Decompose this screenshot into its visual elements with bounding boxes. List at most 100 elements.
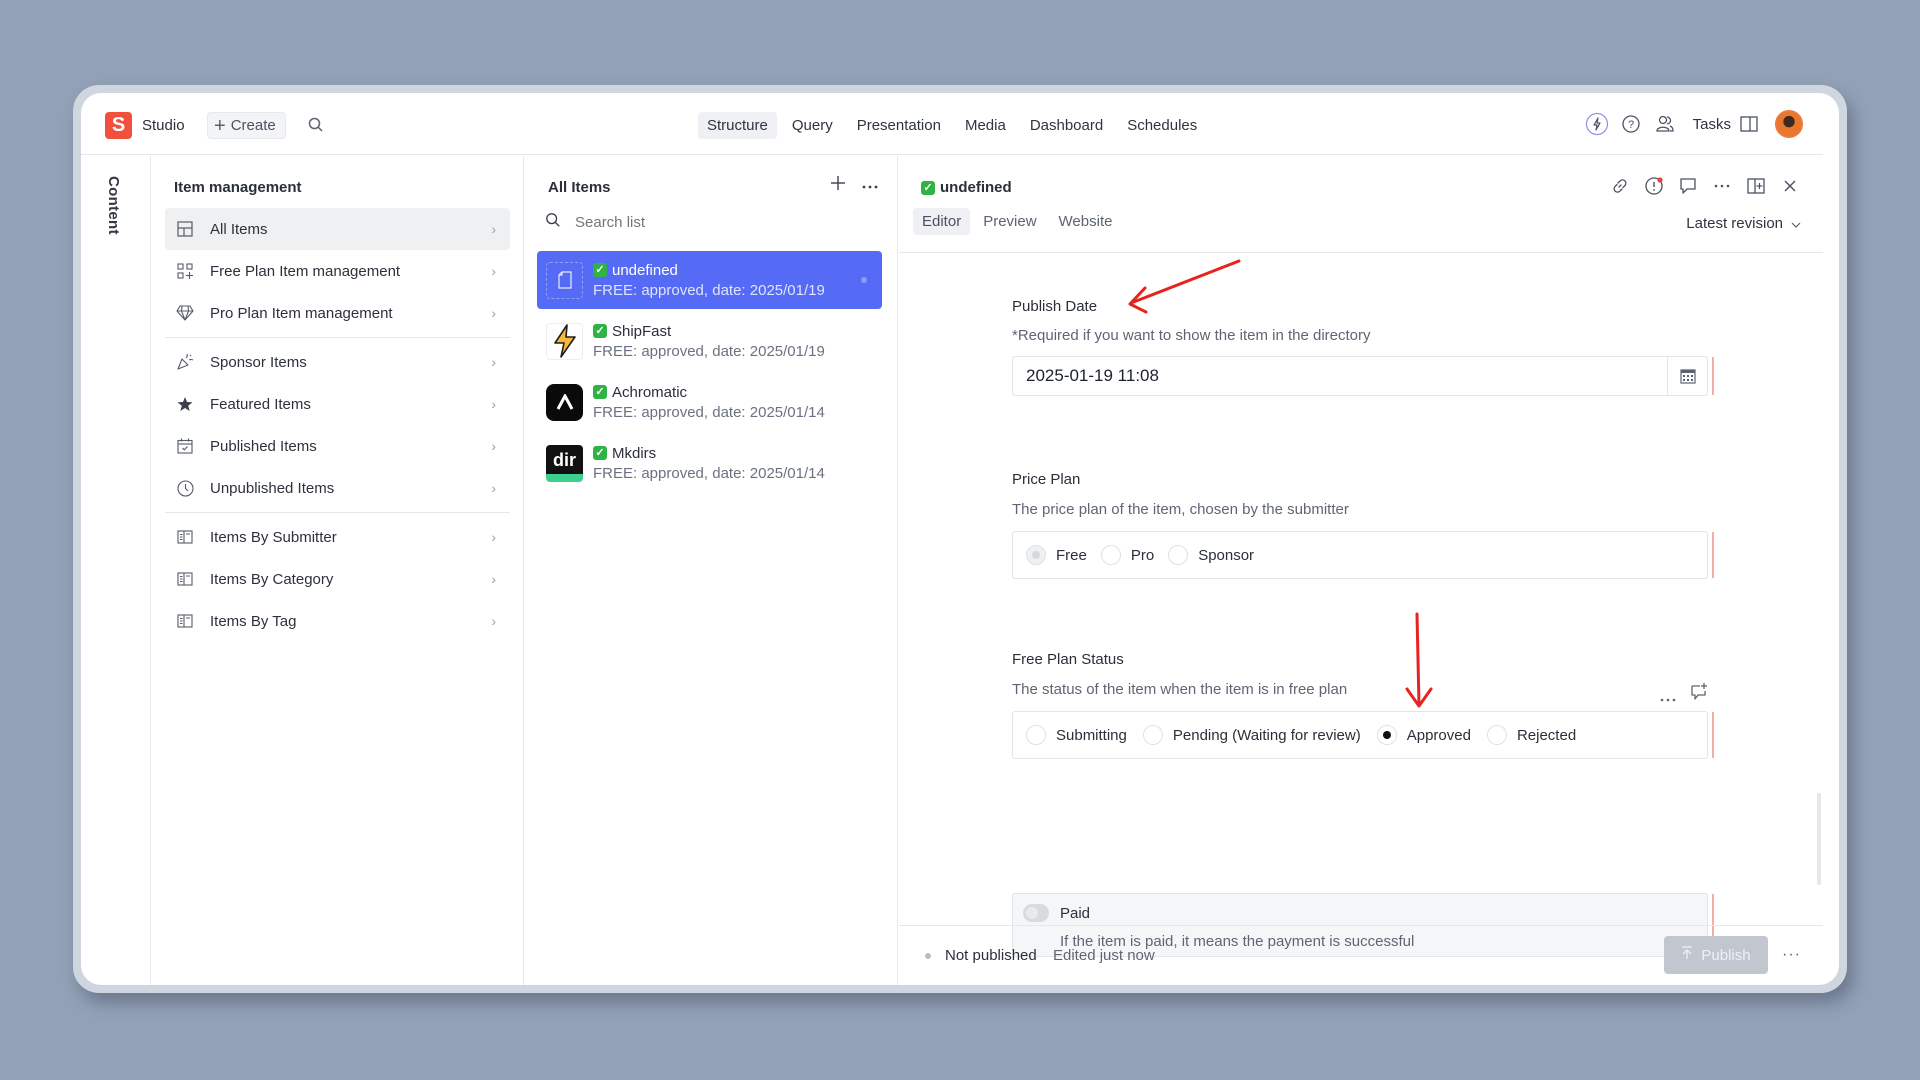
menu-item-label: Items By Tag	[210, 612, 297, 630]
mkdirs-logo-text: dir	[552, 449, 576, 470]
list-actions	[829, 174, 879, 197]
tasks-button[interactable]: Tasks	[1693, 116, 1731, 133]
radio-rejected[interactable]: Rejected	[1486, 725, 1576, 745]
calendar-icon[interactable]	[1667, 357, 1707, 395]
menu-item-items-by-submitter[interactable]: Items By Submitter ›	[165, 516, 510, 558]
radio-button[interactable]	[1376, 725, 1397, 745]
nav-media[interactable]: Media	[956, 112, 1015, 139]
revision-selector[interactable]: Latest revision	[1686, 215, 1801, 232]
content-tab[interactable]: Content	[105, 176, 122, 235]
radio-label: Submitting	[1056, 726, 1127, 744]
menu-item-label: Items By Category	[210, 570, 334, 588]
studio-logo[interactable]: S	[105, 112, 132, 139]
structure-pane: Item management All Items › Free Plan It…	[151, 156, 524, 985]
menu-item-unpublished-items[interactable]: Unpublished Items ›	[165, 467, 510, 509]
menu-item-sponsor-items[interactable]: Sponsor Items ›	[165, 341, 510, 383]
tab-editor[interactable]: Editor	[913, 208, 971, 235]
app-window: S Studio + Create Structure Query Presen…	[81, 93, 1839, 985]
radio-button[interactable]	[1142, 725, 1163, 745]
list-panel-icon	[175, 527, 195, 547]
list-item[interactable]: ✓ undefined FREE: approved, date: 2025/01…	[537, 251, 882, 309]
field-label: Free Plan Status	[1012, 651, 1124, 668]
publish-date-input[interactable]: 2025-01-19 11:08	[1012, 356, 1714, 396]
menu-divider	[165, 512, 510, 513]
star-icon	[175, 394, 195, 414]
link-icon[interactable]	[1609, 175, 1631, 197]
achromatic-logo-icon	[546, 383, 583, 421]
nav-structure[interactable]: Structure	[698, 112, 777, 139]
radio-button[interactable]	[1026, 545, 1046, 565]
field-description: The price plan of the item, chosen by th…	[1012, 501, 1349, 518]
studio-name[interactable]: Studio	[142, 117, 185, 134]
menu-item-all-items[interactable]: All Items ›	[165, 208, 510, 250]
chevron-down-icon	[1791, 215, 1801, 232]
split-pane-icon[interactable]	[1745, 175, 1767, 197]
checkmark-icon: ✓	[921, 180, 935, 195]
menu-item-featured-items[interactable]: Featured Items ›	[165, 383, 510, 425]
users-icon[interactable]	[1653, 112, 1677, 136]
add-comment-icon[interactable]	[1690, 682, 1708, 707]
list-item[interactable]: dir ✓ Mkdirs FREE: approved, date: 2025/0…	[537, 434, 882, 492]
radio-submitting[interactable]: Submitting	[1026, 725, 1127, 745]
menu-item-label: Free Plan Item management	[210, 262, 401, 280]
tab-website[interactable]: Website	[1050, 208, 1122, 235]
radio-free[interactable]: Free	[1026, 545, 1087, 565]
editor-tabs: Editor Preview Website	[913, 208, 1121, 235]
field-tools	[1660, 683, 1708, 707]
more-actions-icon[interactable]: ···	[1782, 946, 1801, 964]
clock-icon	[175, 478, 195, 498]
search-icon[interactable]	[307, 116, 327, 136]
menu-item-label: Items By Submitter	[210, 528, 337, 546]
search-list-input[interactable]	[575, 214, 825, 231]
validation-warning-icon[interactable]	[1643, 175, 1665, 197]
structure-menu: All Items › Free Plan Item management › …	[165, 208, 510, 642]
status-dot	[925, 953, 931, 959]
close-icon[interactable]	[1779, 175, 1801, 197]
more-options-icon[interactable]	[861, 177, 879, 195]
nav-presentation[interactable]: Presentation	[848, 112, 950, 139]
nav-schedules[interactable]: Schedules	[1118, 112, 1206, 139]
menu-item-published-items[interactable]: Published Items ›	[165, 425, 510, 467]
radio-button[interactable]	[1100, 545, 1121, 565]
menu-item-label: Unpublished Items	[210, 479, 335, 497]
nav-dashboard[interactable]: Dashboard	[1021, 112, 1112, 139]
comment-icon[interactable]	[1677, 175, 1699, 197]
more-options-icon[interactable]	[1711, 175, 1733, 197]
chevron-right-icon: ›	[491, 571, 496, 587]
radio-approved[interactable]: Approved	[1376, 725, 1471, 745]
list-item[interactable]: ✓ Achromatic FREE: approved, date: 2025/0…	[537, 373, 882, 431]
top-right-controls: ? Tasks	[1575, 109, 1823, 139]
help-icon[interactable]: ?	[1619, 112, 1643, 136]
menu-item-items-by-tag[interactable]: Items By Tag ›	[165, 600, 510, 642]
list-item[interactable]: ✓ ShipFast FREE: approved, date: 2025/01/…	[537, 312, 882, 370]
document-icon	[546, 261, 583, 299]
add-document-icon[interactable]	[829, 174, 847, 197]
create-label: Create	[230, 117, 276, 134]
menu-item-items-by-category[interactable]: Items By Category ›	[165, 558, 510, 600]
publish-button[interactable]: Publish	[1664, 936, 1768, 974]
tab-preview[interactable]: Preview	[974, 208, 1045, 235]
user-avatar[interactable]	[1775, 110, 1803, 138]
editor-scrollbar[interactable]	[1817, 793, 1821, 885]
radio-pro[interactable]: Pro	[1100, 545, 1154, 565]
main-nav: Structure Query Presentation Media Dashb…	[698, 112, 1206, 139]
lightning-icon[interactable]	[1585, 112, 1609, 136]
radio-sponsor[interactable]: Sponsor	[1168, 545, 1254, 565]
chevron-right-icon: ›	[491, 396, 496, 412]
menu-item-pro-plan[interactable]: Pro Plan Item management ›	[165, 292, 510, 334]
nav-query[interactable]: Query	[783, 112, 842, 139]
menu-item-free-plan[interactable]: Free Plan Item management ›	[165, 250, 510, 292]
party-popper-icon	[175, 352, 195, 372]
diamond-icon	[175, 303, 195, 323]
chevron-right-icon: ›	[491, 354, 496, 370]
radio-pending[interactable]: Pending (Waiting for review)	[1142, 725, 1361, 745]
create-button[interactable]: + Create	[207, 112, 286, 139]
svg-text:?: ?	[1628, 119, 1634, 131]
chevron-right-icon: ›	[491, 529, 496, 545]
radio-button[interactable]	[1486, 725, 1507, 745]
field-more-icon[interactable]	[1660, 689, 1676, 707]
radio-button[interactable]	[1026, 725, 1046, 745]
sidebar-toggle-icon[interactable]	[1737, 112, 1761, 136]
radio-button[interactable]	[1168, 545, 1189, 565]
paid-toggle[interactable]	[1023, 904, 1049, 922]
